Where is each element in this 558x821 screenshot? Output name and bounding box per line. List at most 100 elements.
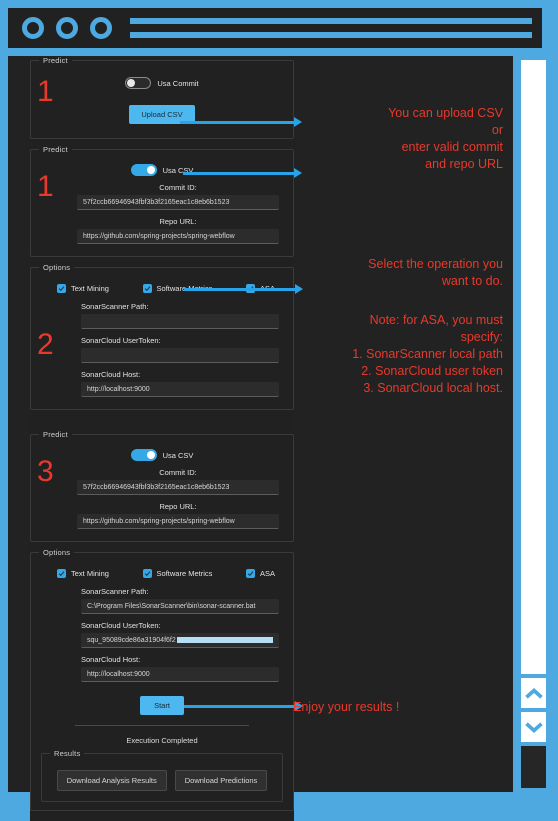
host-input-1[interactable]: http://localhost:9000 [81,382,279,397]
commit-id-input-2[interactable]: 57f2ccb66946943fbf3b3f2165eac1c8eb6b1523 [77,195,279,210]
toggle-knob [146,451,155,459]
commit-id-input-3[interactable]: 57f2ccb66946943fbf3b3f2165eac1c8eb6b1523 [77,480,279,495]
start-button[interactable]: Start [140,696,184,715]
commit-id-label-3: Commit ID: [159,468,197,477]
usertoken-input-2[interactable]: squ_95089cde86a31904f6f2 [81,633,279,648]
use-csv-toggle-row-3: Usa CSV [41,449,283,461]
check-icon [58,571,65,577]
host-label-2: SonarCloud Host: [81,655,141,664]
window-dot-2[interactable] [56,17,78,39]
toggle-knob [146,166,155,174]
scanner-path-label-1: SonarScanner Path: [81,302,149,311]
usertoken-input-1[interactable] [81,348,279,363]
checkbox-checked-icon[interactable] [142,569,152,578]
repo-url-input-2[interactable]: https://github.com/spring-projects/sprin… [77,229,279,244]
use-commit-toggle-row: Usa Commit [41,77,283,89]
download-analysis-results-button[interactable]: Download Analysis Results [56,770,167,791]
address-bar-line-2 [130,32,532,38]
results-buttons-row: Download Analysis Results Download Predi… [52,770,272,791]
scrollbar-footer [521,746,546,788]
app-root: Predict 1 Usa Commit Upload CSV Predict … [0,0,558,821]
results-panel-legend: Results [50,749,85,758]
usertoken-label-1: SonarCloud UserToken: [81,336,161,345]
toggle-knob [127,79,136,87]
commit-fields-2: Commit ID: 57f2ccb66946943fbf3b3f2165eac… [77,183,279,244]
chevron-up-icon [524,687,543,699]
host-input-2[interactable]: http://localhost:9000 [81,667,279,682]
options-panel-1-legend: Options [39,263,75,272]
checkbox-label-asa-2: ASA [259,569,275,578]
asa-fields-1: SonarScanner Path: SonarCloud UserToken:… [81,302,279,397]
annotation-options: Select the operation you want to do. [368,257,503,288]
options-checkbox-row-2: Text Mining Software Metrics ASA [41,565,283,580]
predict-panel-3-legend: Predict [39,430,72,439]
window-controls [22,17,112,39]
address-bar-placeholder [130,18,542,38]
scroll-down-button[interactable] [521,712,546,742]
commit-id-label-2: Commit ID: [159,183,197,192]
checkbox-checked-icon[interactable] [57,569,66,578]
repo-url-label-3: Repo URL: [159,502,197,511]
options-panel-2: Options Text Mining Software Metrics ASA… [30,548,294,811]
checkbox-item-asa-2[interactable]: ASA [245,569,275,578]
scrollbar-track[interactable] [521,60,546,674]
content-area: Predict 1 Usa Commit Upload CSV Predict … [8,56,513,821]
download-predictions-button[interactable]: Download Predictions [174,770,268,791]
usertoken-redaction-bar [176,637,273,643]
predict-panel-2: Predict 1 Usa CSV Commit ID: 57f2ccb6694… [30,145,294,257]
use-csv-toggle-label-3: Usa CSV [162,450,194,460]
predict-panel-1-legend: Predict [39,56,72,65]
annotation-results: Enjoy your results ! [293,700,400,714]
check-icon [58,286,65,292]
annotation-note: Note: for ASA, you must specify: 1. Sona… [352,313,503,395]
step-number-3: 3 [37,455,54,488]
use-csv-toggle-2[interactable] [130,164,157,176]
execution-status-text: Execution Completed [126,736,198,745]
use-commit-toggle-label: Usa Commit [157,78,199,88]
scanner-path-input-1[interactable] [81,314,279,329]
use-commit-toggle[interactable] [125,77,152,89]
checkbox-checked-icon[interactable] [245,569,255,578]
annotation-arrow-results [184,701,303,711]
predict-panel-1: Predict 1 Usa Commit Upload CSV [30,56,294,139]
scroll-up-button[interactable] [521,678,546,708]
repo-url-input-3[interactable]: https://github.com/spring-projects/sprin… [77,514,279,529]
annotation-arrow-upload [180,117,302,127]
check-icon [247,571,254,577]
annotation-arrow-commit [183,168,302,178]
options-panel-2-legend: Options [39,548,75,557]
chevron-down-icon [524,721,543,733]
address-bar-line-1 [130,18,532,24]
checkbox-checked-icon[interactable] [57,284,66,293]
window-dot-1[interactable] [22,17,44,39]
use-csv-toggle-3[interactable] [130,449,157,461]
check-icon [144,571,150,577]
step-number-1b: 1 [37,170,54,203]
scanner-path-input-2[interactable]: C:\Program Files\SonarScanner\bin\sonar-… [81,599,279,614]
divider [75,725,249,726]
annotation-upload: You can upload CSV or enter valid commit… [388,106,503,171]
scanner-path-label-2: SonarScanner Path: [81,587,149,596]
checkbox-checked-icon[interactable] [142,284,152,293]
checkbox-item-text-mining-1[interactable]: Text Mining [57,284,109,293]
predict-panel-2-legend: Predict [39,145,72,154]
repo-url-label-2: Repo URL: [159,217,197,226]
commit-fields-3: Commit ID: 57f2ccb66946943fbf3b3f2165eac… [77,468,279,529]
results-panel: Results Download Analysis Results Downlo… [41,749,283,802]
checkbox-label-software-metrics-2: Software Metrics [156,569,213,578]
checkbox-item-text-mining-2[interactable]: Text Mining [57,569,109,578]
step-number-1: 1 [37,75,54,108]
check-icon [144,286,150,292]
predict-panel-3: Predict 3 Usa CSV Commit ID: 57f2ccb6694… [30,430,294,542]
window-dot-3[interactable] [90,17,112,39]
checkbox-label-text-mining-2: Text Mining [71,569,109,578]
annotation-arrow-options [184,284,303,294]
host-label-1: SonarCloud Host: [81,370,141,379]
checkbox-item-software-metrics-2[interactable]: Software Metrics [142,569,213,578]
checkbox-label-text-mining-1: Text Mining [71,284,109,293]
usertoken-visible-text: squ_95089cde86a31904f6f2 [87,636,176,644]
step-number-2: 2 [37,328,54,361]
browser-titlebar [8,8,542,48]
scrollbar[interactable] [517,56,550,792]
usertoken-label-2: SonarCloud UserToken: [81,621,161,630]
